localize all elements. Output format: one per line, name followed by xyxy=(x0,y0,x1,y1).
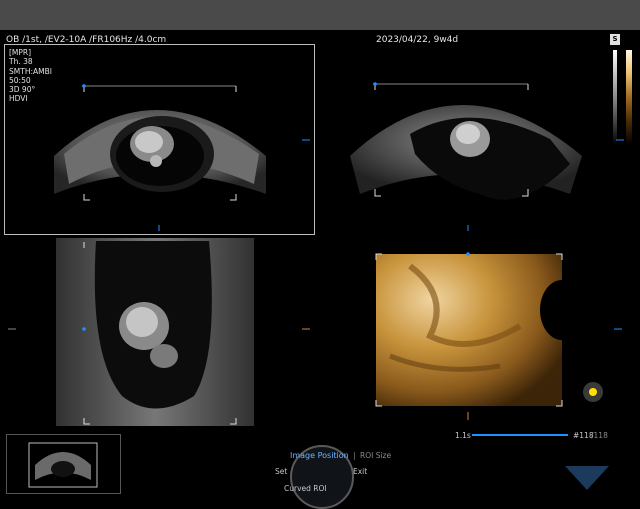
mpr-info-line: HDVI xyxy=(9,94,28,104)
roi-size-mode[interactable]: ROI Size xyxy=(360,451,391,460)
exit-button[interactable]: Exit xyxy=(353,467,367,476)
mpr-info-line: SMTH:AMBI xyxy=(9,66,52,76)
probe-orientation-icon xyxy=(565,466,609,490)
cursor-icon[interactable] xyxy=(583,382,603,402)
cine-speed: 1.1s xyxy=(455,431,471,440)
mpr-pane-b[interactable] xyxy=(320,44,630,234)
mpr-info-panel: [MPR] Th. 38 SMTH:AMBI 50:50 3D 90° HDVI xyxy=(4,44,315,235)
mpr-pane-c[interactable] xyxy=(4,236,314,428)
mode-separator: | xyxy=(353,451,356,460)
mpr-info-line: 50:50 xyxy=(9,75,31,85)
top-bar xyxy=(0,0,640,30)
render-3d-pane[interactable] xyxy=(320,236,630,428)
mpr-info-line: Th. 38 xyxy=(9,57,33,67)
thumbnail-panel[interactable] xyxy=(6,434,121,494)
cine-total: /118 xyxy=(591,431,608,440)
cine-slider[interactable] xyxy=(472,434,568,436)
mpr-info-line: 3D 90° xyxy=(9,85,36,95)
image-position-mode[interactable]: Image Position xyxy=(290,451,349,460)
mpr-info-line: [MPR] xyxy=(9,48,32,57)
set-button[interactable]: Set xyxy=(275,467,287,476)
